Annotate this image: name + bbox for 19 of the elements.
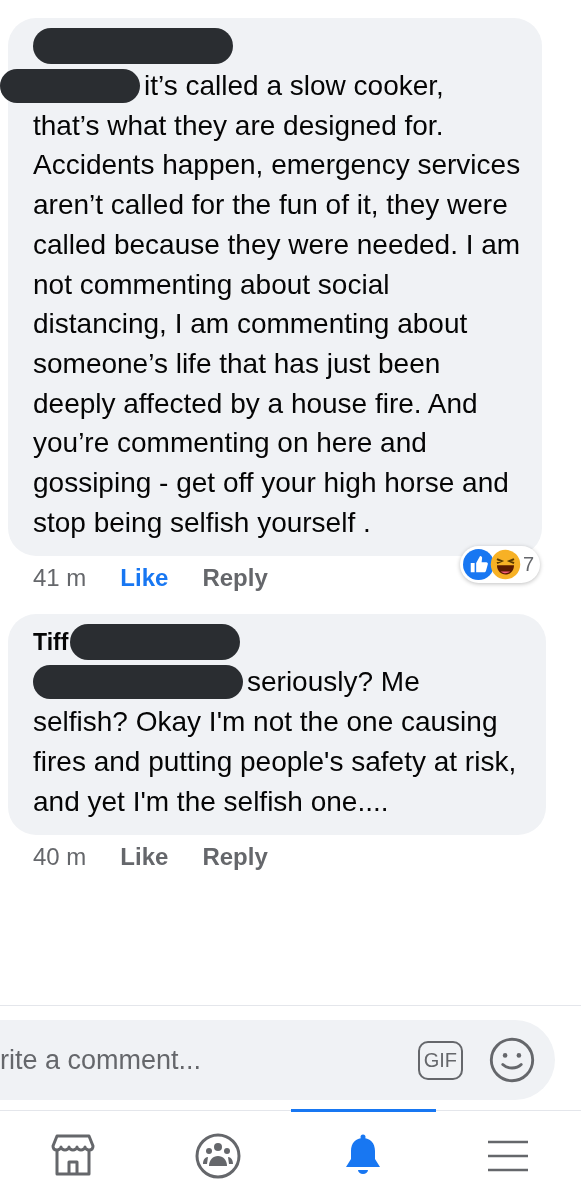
laughing-emoji-icon	[489, 549, 521, 581]
like-link[interactable]: Like	[120, 564, 169, 593]
groups-icon	[193, 1131, 242, 1180]
like-link[interactable]: Like	[120, 843, 169, 872]
comment-time: 40 m	[33, 843, 87, 872]
comment-text: it’s called a slow cooker,	[144, 69, 444, 103]
comment-text: seriously? Me	[247, 665, 420, 700]
gif-button[interactable]: GIF	[417, 1040, 463, 1080]
reaction-count: 7	[522, 553, 534, 577]
author-name: Tiff	[33, 628, 69, 656]
comment-text: selfish? Okay I'm not the one causing fires and putting people's safety at risk, and yet I'm the selfish one....	[33, 705, 518, 819]
reaction-badge[interactable]: 7	[459, 546, 540, 584]
comment-text: that’s what they are designed for. Accidents happen, emergency services aren’t called for the fun of it, they were called because they were needed. I am not commenting about social distancing, I am commenting about someone’s life that has just been deeply affected by a house fire. And you’re commenting on here and gossiping - get off your high horse and stop being selfish yourself .	[33, 108, 522, 540]
reply-link[interactable]: Reply	[202, 843, 268, 872]
comment-field[interactable]: rite a comment... GIF	[0, 1020, 555, 1100]
thumbs-up-icon	[462, 549, 494, 581]
comment-time: 41 m	[33, 564, 87, 593]
reply-link[interactable]: Reply	[202, 564, 268, 593]
smiley-icon[interactable]	[489, 1037, 535, 1083]
